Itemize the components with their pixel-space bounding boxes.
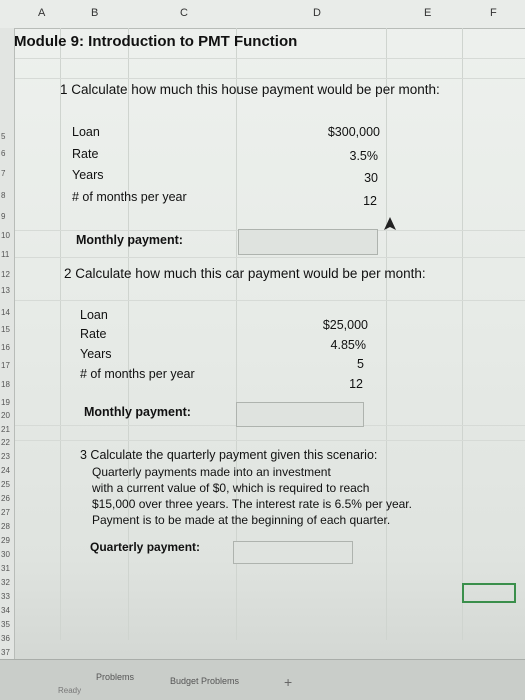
grid-line: [14, 78, 525, 79]
p1-result-cell[interactable]: [238, 229, 378, 255]
grid-line: [60, 28, 61, 640]
p1-value-months[interactable]: 12: [280, 194, 377, 208]
problem-3-line: Quarterly payments made into an investme…: [92, 465, 331, 479]
row-header-bar: 5 6 7 8 9 10 11 12 13 14 15 16 17 18 19 …: [0, 28, 15, 660]
row-number[interactable]: 22: [1, 438, 10, 447]
row-number[interactable]: 14: [1, 308, 10, 317]
p1-value-loan[interactable]: $300,000: [280, 125, 380, 139]
row-number[interactable]: 26: [1, 494, 10, 503]
p1-label-years: Years: [72, 168, 104, 182]
row-number[interactable]: 27: [1, 508, 10, 517]
p2-value-years[interactable]: 5: [268, 357, 364, 371]
row-number[interactable]: 31: [1, 564, 10, 573]
row-number[interactable]: 30: [1, 550, 10, 559]
selected-cell[interactable]: [462, 583, 516, 603]
p3-result-label: Quarterly payment:: [90, 540, 201, 554]
mouse-pointer-icon: [384, 217, 396, 230]
row-number[interactable]: 28: [1, 522, 10, 531]
row-number[interactable]: 24: [1, 466, 10, 475]
row-number[interactable]: 11: [1, 250, 9, 259]
status-ready: Ready: [58, 686, 82, 695]
row-number[interactable]: 21: [1, 425, 10, 434]
p2-label-rate: Rate: [80, 327, 107, 341]
row-number[interactable]: 16: [1, 343, 10, 352]
row-number[interactable]: 36: [1, 634, 10, 643]
sheet-tab-problems[interactable]: Problems: [96, 672, 134, 682]
p1-result-label: Monthly payment:: [76, 233, 183, 247]
column-header-c[interactable]: C: [180, 7, 188, 19]
row-number[interactable]: 19: [1, 398, 10, 407]
problem-3-line: $15,000 over three years. The interest r…: [92, 497, 412, 511]
row-number[interactable]: 9: [1, 212, 5, 221]
p2-label-loan: Loan: [80, 308, 108, 322]
p2-value-months[interactable]: 12: [268, 377, 363, 391]
sheet-tab-budget-problems[interactable]: Budget Problems: [170, 676, 239, 686]
row-number[interactable]: 23: [1, 452, 10, 461]
problem-3-line: Payment is to be made at the beginning o…: [92, 513, 391, 527]
problem-2-question: 2 Calculate how much this car payment wo…: [64, 266, 426, 281]
row-number[interactable]: 33: [1, 592, 10, 601]
p3-result-cell[interactable]: [233, 541, 353, 564]
row-number[interactable]: 15: [1, 325, 10, 334]
p2-label-months: # of months per year: [80, 367, 195, 381]
column-header-f[interactable]: F: [490, 7, 497, 19]
row-number[interactable]: 34: [1, 606, 10, 615]
row-number[interactable]: 25: [1, 480, 10, 489]
row-number[interactable]: 13: [1, 286, 10, 295]
p1-label-loan: Loan: [72, 125, 100, 139]
p2-value-rate[interactable]: 4.85%: [268, 338, 366, 352]
row-number[interactable]: 10: [1, 231, 10, 240]
row-number[interactable]: 12: [1, 270, 10, 279]
row-number[interactable]: 18: [1, 380, 10, 389]
p2-value-loan[interactable]: $25,000: [268, 318, 368, 332]
row-number[interactable]: 35: [1, 620, 10, 629]
row-number[interactable]: 8: [1, 191, 5, 200]
row-number[interactable]: 5: [1, 132, 5, 141]
grid-line: [14, 440, 525, 441]
p1-value-years[interactable]: 30: [280, 171, 378, 185]
row-number[interactable]: 29: [1, 536, 10, 545]
row-number[interactable]: 37: [1, 648, 10, 657]
row-number[interactable]: 6: [1, 149, 5, 158]
p1-label-rate: Rate: [72, 147, 99, 161]
column-header-e[interactable]: E: [424, 7, 431, 19]
spreadsheet-window: A B C D E F 5 6 7 8 9 10 11 12 13 14 15 …: [0, 0, 525, 700]
column-header-bar: A B C D E F: [0, 0, 525, 29]
p2-result-cell[interactable]: [236, 402, 364, 427]
column-header-b[interactable]: B: [91, 7, 98, 19]
row-number[interactable]: 17: [1, 361, 10, 370]
row-number[interactable]: 7: [1, 169, 5, 178]
p1-value-rate[interactable]: 3.5%: [280, 149, 379, 163]
sheet-tab-bar: Problems Budget Problems + Ready: [0, 659, 525, 700]
row-number[interactable]: 32: [1, 578, 10, 587]
grid-line: [14, 58, 525, 59]
column-header-a[interactable]: A: [38, 7, 45, 19]
grid-line: [14, 300, 525, 301]
p2-result-label: Monthly payment:: [84, 405, 191, 419]
add-sheet-button[interactable]: +: [284, 674, 292, 690]
row-number[interactable]: 20: [1, 411, 10, 420]
problem-1-question: 1 Calculate how much this house payment …: [60, 82, 440, 97]
p2-label-years: Years: [80, 347, 112, 361]
grid-line: [386, 28, 387, 640]
p1-label-months: # of months per year: [72, 190, 187, 204]
sheet-title: Module 9: Introduction to PMT Function: [14, 33, 298, 50]
problem-3-question: 3 Calculate the quarterly payment given …: [80, 448, 378, 462]
grid-line: [462, 28, 463, 640]
grid-line: [14, 257, 525, 258]
problem-3-line: with a current value of $0, which is req…: [92, 481, 370, 495]
column-header-d[interactable]: D: [313, 7, 321, 19]
